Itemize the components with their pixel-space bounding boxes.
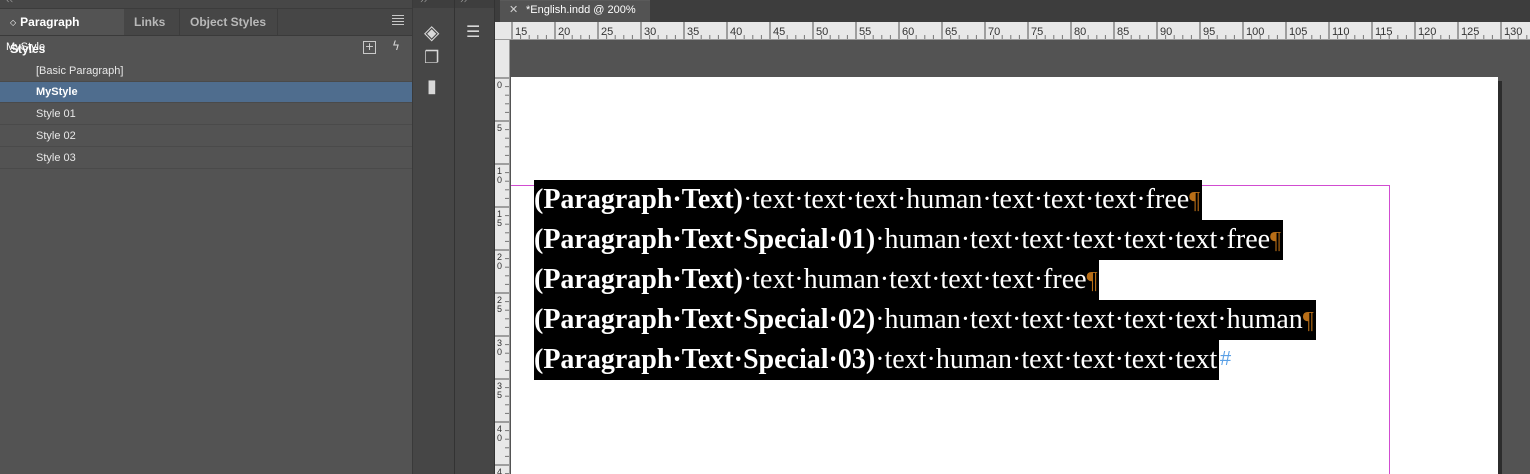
horizontal-ruler[interactable]: 15 20 25 30 35 40 45 50 55 60 65 70 75 80 85 90 95 100 105… bbox=[495, 22, 1530, 40]
ruler-label: 30 bbox=[644, 26, 656, 38]
ruler-label: 25 bbox=[601, 26, 613, 38]
ruler-label: 35 bbox=[687, 26, 699, 38]
tab-label: Object Styles bbox=[190, 15, 267, 29]
end-of-story-marker: # bbox=[1220, 348, 1232, 370]
ruler-label: 80 bbox=[1074, 26, 1086, 38]
document-tab-title: *English.indd @ 200% bbox=[526, 4, 636, 16]
text-line[interactable]: (Paragraph·Text·Special·01)·human·text·t… bbox=[534, 220, 1283, 260]
ruler-label: 0 bbox=[497, 347, 502, 357]
ruler-label: 5 bbox=[497, 123, 502, 133]
pilcrow-marker: ¶ bbox=[1086, 268, 1098, 294]
bold-run: (Paragraph·Text·Special·01) bbox=[534, 224, 876, 255]
paragraph-align-icon[interactable]: ☰ bbox=[466, 22, 480, 41]
ruler-label: 55 bbox=[859, 26, 871, 38]
style-item-style-01[interactable]: Style 01 bbox=[0, 104, 412, 125]
regular-run: ·human·text·text·text·text·text·human bbox=[875, 304, 1303, 335]
ruler-label: 105 bbox=[1289, 26, 1307, 38]
bold-run: (Paragraph·Text) bbox=[534, 264, 743, 295]
pilcrow-marker: ¶ bbox=[1270, 228, 1281, 254]
ruler-label: 5 bbox=[497, 390, 502, 400]
close-icon[interactable]: ✕ bbox=[509, 3, 518, 16]
tab-links[interactable]: Links bbox=[124, 9, 180, 35]
dock-collapse-strip-2[interactable]: ›› bbox=[455, 0, 494, 8]
expand-icon[interactable]: ›› bbox=[420, 0, 427, 6]
text-line[interactable]: (Paragraph·Text)·text·text·text·human·te… bbox=[534, 180, 1203, 220]
tab-object-styles[interactable]: Object Styles bbox=[180, 9, 278, 35]
style-item-mystyle[interactable]: MyStyle bbox=[0, 82, 412, 103]
pilcrow-marker: ¶ bbox=[1189, 188, 1201, 214]
ruler-label: 120 bbox=[1418, 26, 1436, 38]
ruler-label: 20 bbox=[558, 26, 570, 38]
bookmark-icon[interactable]: ▮ bbox=[427, 76, 437, 97]
page-shadow bbox=[1498, 81, 1502, 474]
text-line[interactable]: (Paragraph·Text·Special·03)·text·human·t… bbox=[534, 340, 1220, 380]
pages-icon[interactable]: ❐ bbox=[424, 48, 439, 68]
tab-grip-icon: ◇ bbox=[10, 18, 17, 27]
ruler-label: 0 bbox=[497, 175, 502, 185]
ruler-label: 50 bbox=[816, 26, 828, 38]
ruler-label: 0 bbox=[497, 261, 502, 271]
panel-collapse-strip[interactable]: ‹‹ bbox=[0, 0, 412, 9]
ruler-label: 40 bbox=[730, 26, 742, 38]
document-tab-bar bbox=[495, 0, 1530, 22]
ruler-label: 110 bbox=[1332, 26, 1350, 38]
ruler-label: 60 bbox=[902, 26, 914, 38]
ruler-label: 4 bbox=[497, 467, 502, 474]
style-item-basic-paragraph[interactable]: [Basic Paragraph] bbox=[0, 61, 412, 82]
text-line[interactable]: (Paragraph·Text)·text·human·text·text·te… bbox=[534, 260, 1100, 300]
tab-label: Links bbox=[134, 15, 166, 29]
bold-run: (Paragraph·Text·Special·03) bbox=[534, 344, 876, 375]
text-line[interactable]: (Paragraph·Text·Special·02)·human·text·t… bbox=[534, 300, 1316, 340]
new-style-icon[interactable]: + bbox=[363, 41, 376, 54]
ruler-label: 5 bbox=[497, 304, 502, 314]
tab-paragraph-styles[interactable]: ◇ Paragraph Styles bbox=[0, 9, 124, 56]
regular-run: ·text·human·text·text·text·text bbox=[875, 344, 1218, 375]
ruler-label: 65 bbox=[945, 26, 957, 38]
expand-icon[interactable]: ›› bbox=[460, 0, 467, 6]
vertical-ruler[interactable]: 051015202530354045 bbox=[495, 40, 510, 474]
regular-run: ·text·human·text·text·text·free bbox=[742, 264, 1087, 295]
pilcrow-marker: ¶ bbox=[1302, 308, 1314, 334]
panel-tab-bar: ◇ Paragraph Styles Links Object Styles bbox=[0, 9, 412, 56]
ruler-label: 100 bbox=[1246, 26, 1264, 38]
panel-menu-icon[interactable] bbox=[392, 15, 404, 25]
dock-collapse-strip[interactable]: ›› bbox=[413, 0, 454, 8]
collapse-icon[interactable]: ‹‹ bbox=[6, 0, 13, 6]
style-item-style-02[interactable]: Style 02 bbox=[0, 126, 412, 147]
ruler-label: 130 bbox=[1504, 26, 1522, 38]
bold-run: (Paragraph·Text·Special·02) bbox=[534, 304, 876, 335]
ruler-label: 45 bbox=[773, 26, 785, 38]
current-style-label: MyStyle bbox=[6, 41, 46, 53]
regular-run: ·text·text·text·human·text·text·text·fre… bbox=[742, 184, 1190, 215]
ruler-label: 115 bbox=[1375, 26, 1393, 38]
ruler-label: 85 bbox=[1117, 26, 1129, 38]
ruler-label: 0 bbox=[497, 80, 502, 90]
current-style-row: MyStyle + ϟ bbox=[0, 36, 412, 60]
layers-icon[interactable]: ◈ bbox=[424, 20, 439, 44]
ruler-label: 95 bbox=[1203, 26, 1215, 38]
ruler-label: 90 bbox=[1160, 26, 1172, 38]
style-item-style-03[interactable]: Style 03 bbox=[0, 148, 412, 169]
ruler-label: 75 bbox=[1031, 26, 1043, 38]
ruler-label: 125 bbox=[1461, 26, 1479, 38]
ruler-label: 5 bbox=[497, 218, 502, 228]
regular-run: ·human·text·text·text·text·text·free bbox=[875, 224, 1271, 255]
panel-dock-strip bbox=[413, 0, 455, 474]
panel-dock-strip-2 bbox=[455, 0, 495, 474]
ruler-label: 70 bbox=[988, 26, 1000, 38]
bold-run: (Paragraph·Text) bbox=[534, 184, 743, 215]
ruler-label: 0 bbox=[497, 433, 502, 443]
quick-apply-icon[interactable]: ϟ bbox=[392, 39, 400, 53]
ruler-label: 15 bbox=[515, 26, 527, 38]
